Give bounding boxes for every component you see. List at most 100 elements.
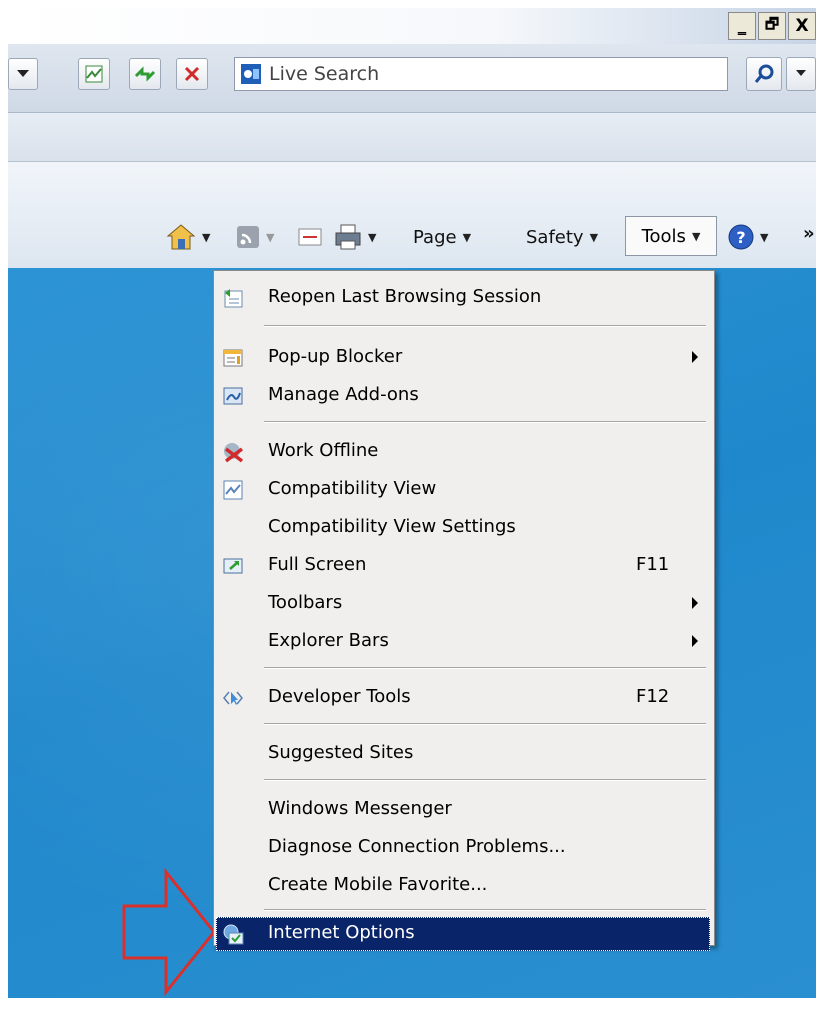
page-dropdown-icon: ▼ [462,230,472,244]
command-bar: ▼ ▼ ▼ Page ▼ Safety ▼ Tools ▼ ? ▼ » [8,162,816,268]
svg-text:?: ? [736,228,745,247]
home-dropdown-icon: ▼ [202,230,211,244]
read-mail-button[interactable] [298,222,322,252]
tools-menu-button[interactable]: Tools ▼ [625,216,717,256]
work-offline-icon [224,443,244,463]
navigation-bar: Live Search [8,44,816,113]
address-dropdown-button[interactable] [8,58,38,90]
home-button[interactable]: ▼ [166,222,210,252]
chevron-more-icon: » [803,222,815,244]
tools-menu: Reopen Last Browsing Session Pop-up Bloc… [213,270,715,951]
menu-separator [264,779,706,781]
search-button[interactable] [746,57,782,91]
menu-item-label: Create Mobile Favorite... [268,874,488,895]
print-icon [335,224,361,250]
menu-item-developer-tools[interactable]: Developer Tools F12 [216,681,710,715]
page-menu-button[interactable]: Page ▼ [413,222,471,252]
more-commands-button[interactable]: » [803,218,815,248]
safety-menu-label: Safety [526,226,584,248]
menu-item-label: Full Screen [268,554,367,575]
search-options-button[interactable] [786,57,816,91]
menu-separator [264,667,706,669]
menu-item-label: Compatibility View [268,478,437,499]
menu-item-work-offline[interactable]: Work Offline [216,435,710,469]
menu-item-compatibility-view[interactable]: Compatibility View [216,473,710,507]
menu-item-label: Work Offline [268,440,379,461]
refresh-button[interactable] [129,58,161,90]
menu-item-internet-options[interactable]: Internet Options [216,917,710,951]
title-bar: _ 🗗 X [8,8,816,44]
window-controls: _ 🗗 X [728,12,816,40]
help-button[interactable]: ? ▼ [728,222,768,252]
safety-dropdown-icon: ▼ [589,230,599,244]
menu-item-label: Windows Messenger [268,798,452,819]
mail-icon [298,228,322,246]
search-input[interactable]: Live Search [269,63,379,85]
print-dropdown-icon: ▼ [368,230,377,244]
menu-item-diagnose-connection[interactable]: Diagnose Connection Problems... [216,831,710,865]
menu-item-popup-blocker[interactable]: Pop-up Blocker [216,341,710,375]
menu-item-label: Diagnose Connection Problems... [268,836,566,857]
menu-separator [264,325,706,327]
compatibility-view-icon [85,65,103,83]
menu-item-label: Reopen Last Browsing Session [268,286,542,307]
feeds-button[interactable]: ▼ [236,222,274,252]
reopen-session-icon [224,289,243,308]
menu-item-label: Internet Options [268,922,415,943]
help-dropdown-icon: ▼ [760,230,769,244]
manage-addons-icon [223,387,243,405]
search-icon [754,64,774,83]
menu-separator [264,909,706,911]
minimize-icon: _ [737,16,747,36]
live-search-logo [241,64,261,84]
menu-item-suggested-sites[interactable]: Suggested Sites [216,737,710,771]
menu-item-manage-addons[interactable]: Manage Add-ons [216,379,710,413]
compatibility-view-button[interactable] [78,58,110,90]
submenu-arrow-icon [692,635,698,647]
stop-button[interactable] [176,58,208,90]
menu-item-explorer-bars[interactable]: Explorer Bars [216,625,710,659]
menu-item-full-screen[interactable]: Full Screen F11 [216,549,710,583]
submenu-arrow-icon [692,597,698,609]
menu-item-label: Toolbars [268,592,343,613]
tools-menu-label: Tools [641,225,686,247]
dropdown-icon [17,70,29,77]
menu-item-compatibility-view-settings[interactable]: Compatibility View Settings [216,511,710,545]
safety-menu-button[interactable]: Safety ▼ [526,222,598,252]
restore-button[interactable]: 🗗 [758,12,786,40]
search-box[interactable]: Live Search [234,57,728,91]
menu-item-create-mobile-favorite[interactable]: Create Mobile Favorite... [216,869,710,903]
feeds-dropdown-icon: ▼ [266,230,275,244]
home-icon [166,224,196,250]
restore-icon: 🗗 [764,14,780,33]
menu-item-label: Compatibility View Settings [268,516,516,537]
minimize-button[interactable]: _ [728,12,756,40]
menu-item-toolbars[interactable]: Toolbars [216,587,710,621]
page-menu-label: Page [413,226,457,248]
menu-item-label: Manage Add-ons [268,384,419,405]
favorites-bar [8,113,816,162]
menu-item-label: Pop-up Blocker [268,346,403,367]
feeds-icon [237,226,259,248]
menu-item-reopen-session[interactable]: Reopen Last Browsing Session [216,281,710,315]
close-button[interactable]: X [788,12,816,40]
stop-icon [184,66,200,82]
full-screen-icon [223,558,243,574]
submenu-arrow-icon [692,351,698,363]
internet-options-icon [223,924,244,945]
popup-blocker-icon [223,349,243,367]
menu-item-shortcut: F11 [636,554,670,575]
menu-item-label: Suggested Sites [268,742,414,763]
help-icon: ? [728,224,754,250]
menu-item-windows-messenger[interactable]: Windows Messenger [216,793,710,827]
menu-separator [264,723,706,725]
browser-window: _ 🗗 X Live Search ▼ ▼ ▼ Page ▼ Safety ▼ … [8,8,816,998]
close-icon: X [795,16,809,36]
print-button[interactable]: ▼ [334,222,376,252]
search-options-icon [796,70,806,76]
refresh-icon [134,66,156,82]
compatibility-view-icon [223,480,243,500]
menu-item-label: Developer Tools [268,686,411,707]
menu-item-shortcut: F12 [636,686,670,707]
menu-separator [264,421,706,423]
